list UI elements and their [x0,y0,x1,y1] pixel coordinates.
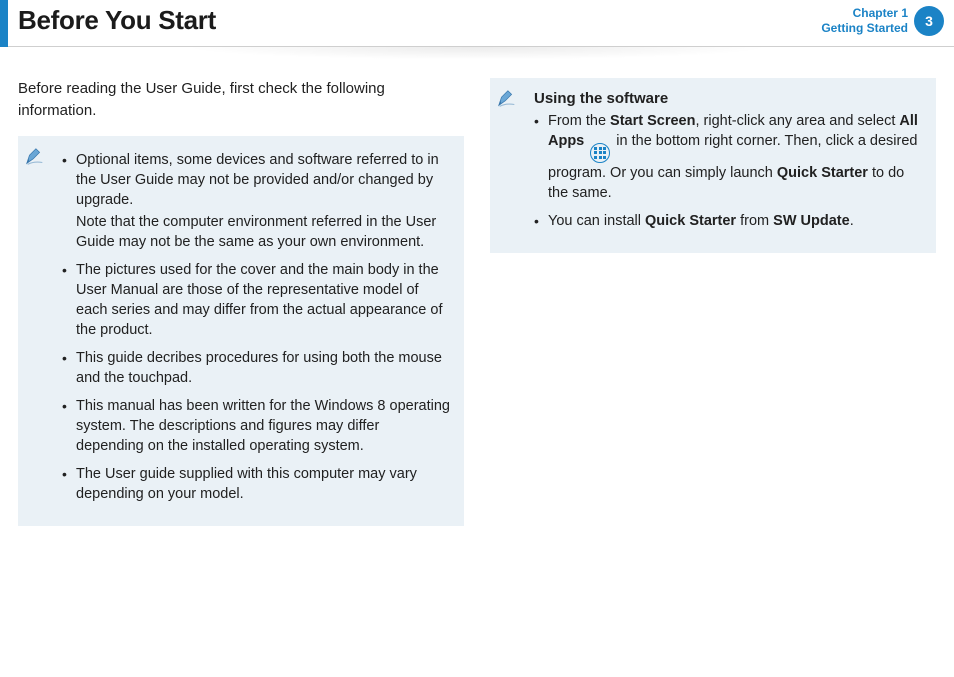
text-segment: , right-click any area and select [695,113,899,129]
chapter-label: Chapter 1 Getting Started [821,6,908,36]
header-shadow [60,47,894,65]
bold-text: Start Screen [610,113,695,129]
text-segment: from [736,213,773,229]
page-title: Before You Start [18,5,216,36]
intro-paragraph: Before reading the User Guide, first che… [18,78,464,122]
left-bullet-list: Optional items, some devices and softwar… [32,150,450,504]
list-item: The pictures used for the cover and the … [62,260,450,340]
list-item: This guide decribes procedures for using… [62,348,450,388]
chapter-line1: Chapter 1 [821,6,908,21]
text-segment: You can install [548,213,645,229]
bullet-text: The pictures used for the cover and the … [76,262,442,338]
bold-text: SW Update [773,213,850,229]
page-number: 3 [925,13,933,29]
pencil-note-icon [496,88,518,115]
list-item: From the Start Screen, right-click any a… [534,111,922,203]
bold-text: Quick Starter [777,165,868,181]
right-box-heading: Using the software [534,90,922,107]
page-number-badge: 3 [914,6,944,36]
all-apps-icon [590,143,610,163]
note-box-right: Using the software From the Start Screen… [490,78,936,253]
text-segment: From the [548,113,610,129]
note-box-left: Optional items, some devices and softwar… [18,136,464,526]
chapter-line2: Getting Started [821,21,908,36]
list-item: Optional items, some devices and softwar… [62,150,450,252]
text-segment: . [850,213,854,229]
accent-bar [0,0,8,46]
page-header: Before You Start Chapter 1 Getting Start… [0,0,954,47]
list-item: This manual has been written for the Win… [62,396,450,456]
right-bullet-list: From the Start Screen, right-click any a… [504,111,922,231]
right-column: Using the software From the Start Screen… [490,78,936,526]
list-item: The User guide supplied with this comput… [62,464,450,504]
bullet-text: Optional items, some devices and softwar… [76,152,439,208]
bullet-text: This guide decribes procedures for using… [76,350,442,386]
bullet-subtext: Note that the computer environment refer… [76,212,450,252]
bullet-text: The User guide supplied with this comput… [76,466,417,502]
bold-text: Quick Starter [645,213,736,229]
list-item: You can install Quick Starter from SW Up… [534,211,922,231]
pencil-note-icon [24,146,46,173]
bullet-text: This manual has been written for the Win… [76,398,450,454]
left-column: Before reading the User Guide, first che… [18,78,464,526]
